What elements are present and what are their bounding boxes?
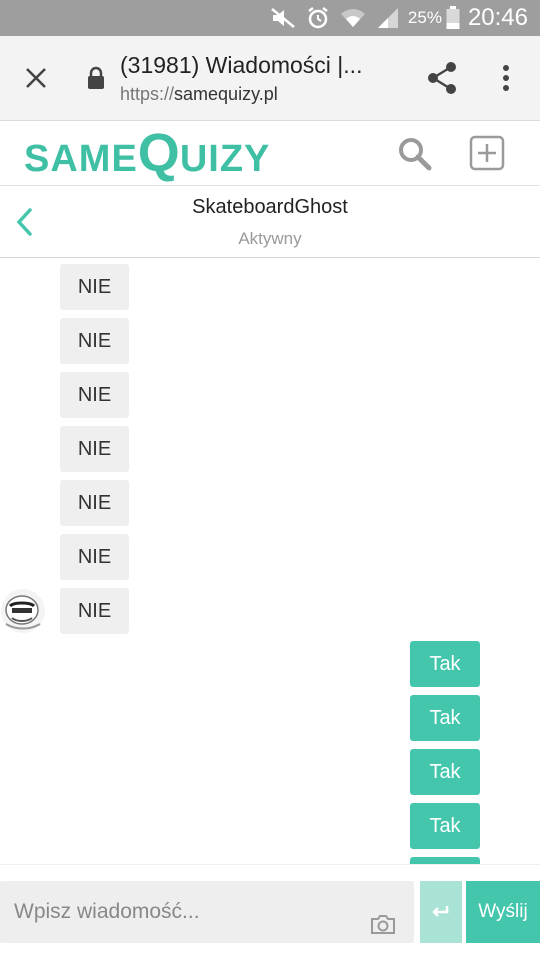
conversation-status: Aktywny	[238, 229, 302, 248]
wifi-icon	[340, 7, 366, 29]
conversation-header: SkateboardGhost Aktywny	[0, 186, 540, 258]
outgoing-message: Tak	[410, 641, 480, 687]
close-tab-button[interactable]	[18, 60, 54, 96]
lock-icon	[88, 66, 104, 89]
url-host: samequizy.pl	[174, 84, 278, 104]
message-input[interactable]	[0, 881, 414, 943]
clock: 20:46	[467, 4, 528, 31]
outgoing-message: Tak	[410, 695, 480, 741]
incoming-message: NIE	[60, 426, 129, 472]
mute-icon	[270, 7, 296, 29]
outgoing-message: Tak	[410, 749, 480, 795]
incoming-message: NIE	[60, 534, 129, 580]
incoming-message: NIE	[60, 480, 129, 526]
site-header: SAMEQUIZY	[0, 121, 540, 186]
url-bar[interactable]: https://samequizy.pl	[120, 84, 278, 105]
more-vert-icon	[503, 65, 509, 91]
incoming-message: NIE	[60, 588, 129, 634]
tab-title: (31981) Wiadomości |...	[120, 52, 363, 78]
battery-percent: 25%	[407, 8, 442, 27]
signal-icon	[376, 7, 400, 29]
more-menu-button[interactable]	[490, 60, 522, 96]
incoming-message: NIE	[60, 372, 129, 418]
share-icon	[428, 62, 456, 94]
url-protocol: https://	[120, 84, 175, 104]
send-button[interactable]: Wyślij	[466, 881, 540, 943]
add-box-icon[interactable]	[469, 135, 505, 171]
enter-icon	[432, 906, 449, 917]
incoming-message: NIE	[60, 318, 129, 364]
avatar[interactable]	[0, 588, 46, 634]
battery-icon	[446, 6, 460, 30]
conversation-name[interactable]: SkateboardGhost	[0, 196, 540, 219]
enter-button[interactable]	[420, 881, 462, 943]
browser-toolbar: (31981) Wiadomości |... https://samequiz…	[0, 36, 540, 121]
message-composer: Wyślij	[0, 864, 540, 961]
close-icon	[26, 68, 46, 88]
status-bar: 25% 20:46	[0, 0, 540, 36]
alarm-icon	[306, 6, 330, 30]
outgoing-message: Tak	[410, 803, 480, 849]
message-list[interactable]: NIE NIE NIE NIE NIE NIE NIE Tak Tak Tak …	[0, 258, 540, 864]
share-button[interactable]	[424, 58, 460, 98]
outgoing-message	[410, 857, 480, 864]
incoming-message: NIE	[60, 264, 129, 310]
search-icon[interactable]	[396, 135, 434, 173]
camera-icon[interactable]	[370, 913, 396, 935]
